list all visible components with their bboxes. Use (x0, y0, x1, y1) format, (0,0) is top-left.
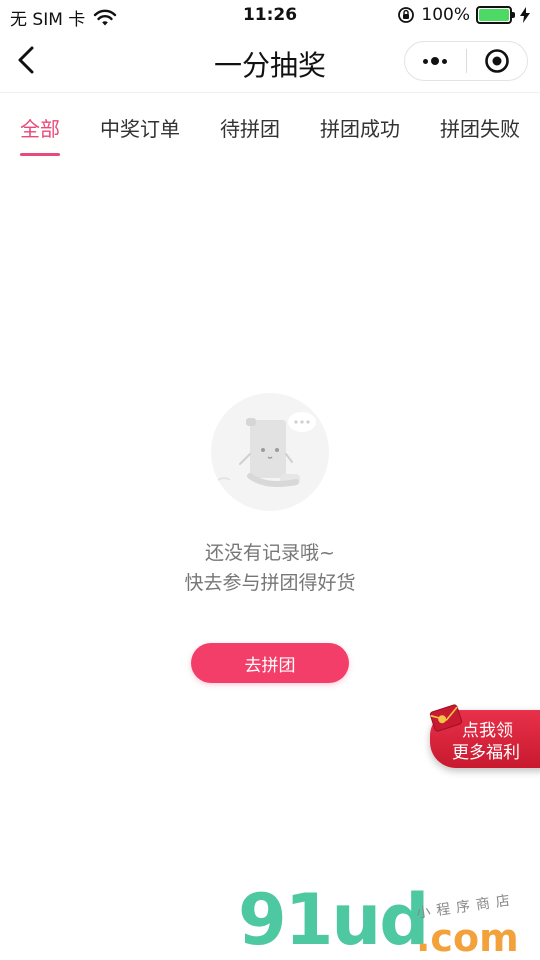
red-envelope-icon (429, 704, 463, 732)
badge-line2: 更多福利 (452, 743, 520, 763)
battery-percent: 100% (421, 5, 470, 25)
nav-bar: 一分抽奖 (0, 30, 540, 90)
tab-winning-orders[interactable]: 中奖订单 (100, 113, 180, 142)
tab-all[interactable]: 全部 (20, 113, 60, 142)
tab-group-success[interactable]: 拼团成功 (320, 113, 400, 142)
status-bar: 无 SIM 卡 11:26 100% (0, 0, 540, 30)
close-button[interactable] (466, 41, 527, 81)
empty-submessage: 快去参与拼团得好货 (184, 572, 356, 594)
watermark-suffix: .com (416, 916, 519, 960)
empty-records-illustration (211, 393, 329, 511)
more-dots-icon (423, 57, 448, 65)
target-icon (484, 49, 509, 73)
mini-program-capsule (404, 41, 528, 81)
tab-bar: 全部 中奖订单 待拼团 拼团成功 拼团失败 (0, 92, 540, 158)
tab-group-failed[interactable]: 拼团失败 (440, 113, 520, 142)
charging-bolt-icon (520, 7, 530, 23)
watermark-logo: 91ud (238, 879, 429, 960)
watermark: 91ud 小程序商店 .com (238, 884, 528, 960)
more-benefits-badge[interactable]: 点我领 更多福利 (426, 702, 540, 768)
battery-icon (476, 6, 515, 24)
tab-active-indicator (20, 153, 60, 156)
join-group-button[interactable]: 去拼团 (191, 643, 349, 683)
battery-fill (479, 9, 509, 21)
status-right: 100% (397, 5, 530, 25)
empty-message: 还没有记录哦~ (205, 542, 335, 564)
rotation-lock-icon (398, 7, 415, 23)
tab-pending-group[interactable]: 待拼团 (220, 113, 280, 142)
more-button[interactable] (405, 41, 466, 81)
